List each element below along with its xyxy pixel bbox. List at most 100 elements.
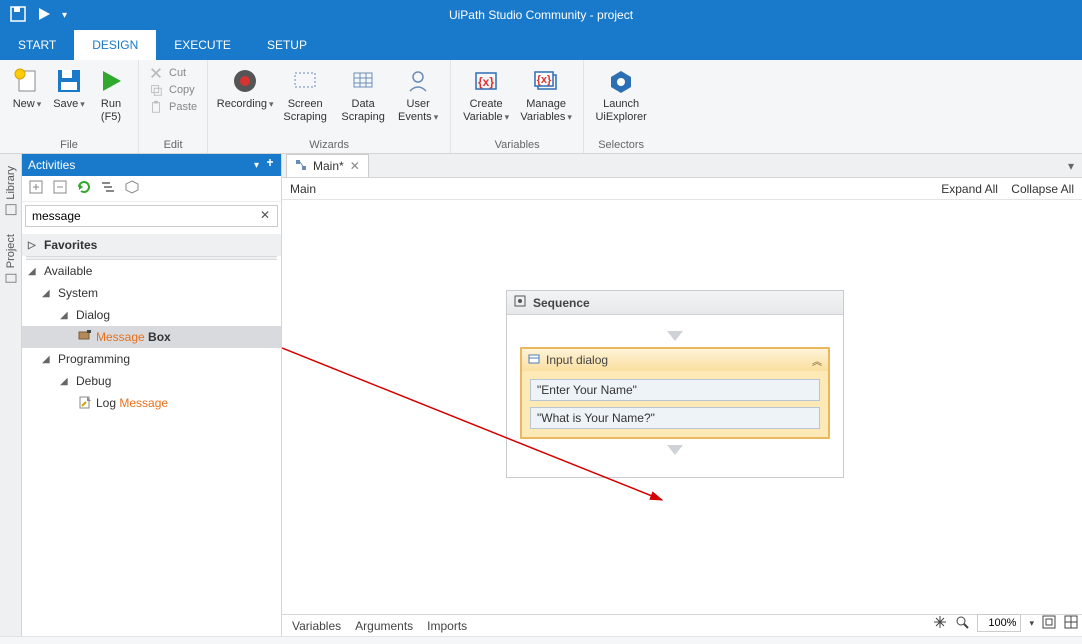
breadcrumb-bar: Main Expand All Collapse All	[282, 178, 1082, 200]
qat-dropdown-icon[interactable]: ▾	[62, 10, 67, 21]
data-scraping-button[interactable]: Data Scraping	[336, 62, 390, 124]
menu-bar: START DESIGN EXECUTE SETUP	[0, 30, 1082, 60]
drop-target-icon[interactable]	[667, 445, 683, 455]
panel-menu-icon[interactable]: ▾	[254, 160, 259, 171]
workflow-icon	[295, 159, 307, 174]
tree-system[interactable]: ◢System	[22, 282, 281, 304]
messagebox-icon	[78, 329, 92, 346]
zoom-reset-icon[interactable]	[955, 615, 969, 632]
ribbon-group-selectors: Launch UiExplorer Selectors	[584, 60, 658, 153]
tree-messagebox[interactable]: Message Box	[22, 326, 281, 348]
project-tab[interactable]: Project	[3, 228, 19, 290]
workspace: Library Project Activities ▾ ✕ ▷Favorite…	[0, 154, 1082, 636]
breadcrumb-main[interactable]: Main	[290, 182, 316, 196]
pan-icon[interactable]	[933, 615, 947, 632]
new-icon	[12, 66, 42, 96]
recording-button[interactable]: Recording▾	[216, 62, 274, 111]
input-dialog-label-field[interactable]	[530, 407, 820, 429]
document-tab-main[interactable]: Main* ✕	[286, 154, 369, 177]
user-events-icon	[403, 66, 433, 96]
sequence-activity[interactable]: Sequence Input dialog ︽	[506, 290, 844, 478]
tab-design[interactable]: DESIGN	[74, 30, 156, 60]
drop-target-icon[interactable]	[667, 331, 683, 341]
new-button[interactable]: New▾	[8, 62, 46, 111]
tabs-dropdown-icon[interactable]: ▾	[1060, 159, 1082, 173]
user-events-button[interactable]: User Events▾	[394, 62, 442, 124]
launch-uiexplorer-button[interactable]: Launch UiExplorer	[592, 62, 650, 124]
design-canvas[interactable]: Sequence Input dialog ︽	[282, 200, 1082, 614]
package-icon[interactable]	[124, 179, 140, 198]
input-dialog-title-field[interactable]	[530, 379, 820, 401]
tree-available[interactable]: ◢Available	[22, 260, 281, 282]
ribbon-group-file: New▾ Save▾ Run (F5) File	[0, 60, 139, 153]
activities-panel: Activities ▾ ✕ ▷Favorites ◢Available ◢Sy…	[22, 154, 282, 636]
input-dialog-activity[interactable]: Input dialog ︽	[520, 347, 830, 439]
ribbon-group-edit: Cut Copy Paste Edit	[139, 60, 208, 153]
activities-header: Activities ▾	[22, 154, 281, 176]
collapse-icon[interactable]	[52, 179, 68, 198]
document-tabs: Main* ✕ ▾	[282, 154, 1082, 178]
footer	[0, 636, 1082, 644]
library-tab[interactable]: Library	[3, 160, 19, 222]
sequence-icon	[513, 294, 527, 311]
uiexplorer-icon	[606, 66, 636, 96]
save-disk-icon	[54, 66, 84, 96]
ribbon-group-label: Edit	[164, 139, 183, 153]
expand-icon[interactable]	[28, 179, 44, 198]
close-tab-icon[interactable]: ✕	[350, 159, 360, 173]
manage-variables-button[interactable]: {x} Manage Variables▾	[517, 62, 575, 124]
create-variable-button[interactable]: {x} Create Variable▾	[459, 62, 513, 124]
tab-execute[interactable]: EXECUTE	[156, 30, 249, 60]
fit-screen-icon[interactable]	[1042, 615, 1056, 632]
imports-tab[interactable]: Imports	[427, 619, 467, 633]
sequence-header[interactable]: Sequence	[507, 291, 843, 315]
tree-favorites[interactable]: ▷Favorites	[22, 234, 281, 256]
variables-tab[interactable]: Variables	[292, 619, 341, 633]
collapse-activity-icon[interactable]: ︽	[812, 353, 822, 368]
activities-toolbar	[22, 176, 281, 202]
designer-area: Main* ✕ ▾ Main Expand All Collapse All S…	[282, 154, 1082, 636]
screen-scraping-icon	[290, 66, 320, 96]
overview-icon[interactable]	[1064, 615, 1078, 632]
zoom-dropdown-icon[interactable]: ▾	[1029, 618, 1034, 629]
search-input[interactable]	[25, 205, 278, 227]
tree-icon[interactable]	[100, 179, 116, 198]
collapse-all-link[interactable]: Collapse All	[1011, 182, 1074, 196]
ribbon-group-variables: {x} Create Variable▾ {x} Manage Variable…	[451, 60, 584, 153]
copy-button[interactable]: Copy	[149, 83, 197, 97]
activities-tree: ▷Favorites ◢Available ◢System ◢Dialog Me…	[22, 230, 281, 418]
arguments-tab[interactable]: Arguments	[355, 619, 413, 633]
refresh-icon[interactable]	[76, 179, 92, 198]
ribbon-group-label: File	[60, 139, 78, 153]
svg-text:{x}: {x}	[478, 75, 494, 89]
zoom-input[interactable]	[977, 614, 1021, 632]
tab-setup[interactable]: SETUP	[249, 30, 325, 60]
status-bar: ▾	[933, 612, 1078, 634]
activities-search[interactable]: ✕	[25, 205, 278, 227]
expand-all-link[interactable]: Expand All	[941, 182, 998, 196]
ribbon-group-label: Variables	[495, 139, 540, 153]
ribbon-group-label: Selectors	[598, 139, 644, 153]
screen-scraping-button[interactable]: Screen Scraping	[278, 62, 332, 124]
tree-programming[interactable]: ◢Programming	[22, 348, 281, 370]
title-bar: ▾ UiPath Studio Community - project	[0, 0, 1082, 30]
pin-icon[interactable]	[265, 158, 275, 172]
create-variable-icon: {x}	[471, 66, 501, 96]
tree-dialog[interactable]: ◢Dialog	[22, 304, 281, 326]
tree-debug[interactable]: ◢Debug	[22, 370, 281, 392]
play-icon	[96, 66, 126, 96]
save-icon[interactable]	[10, 6, 26, 25]
tree-logmessage[interactable]: Log Message	[22, 392, 281, 414]
run-icon[interactable]	[36, 6, 52, 25]
clear-search-icon[interactable]: ✕	[260, 208, 274, 222]
record-icon	[230, 66, 260, 96]
ribbon: New▾ Save▾ Run (F5) File Cut Copy Paste …	[0, 60, 1082, 154]
data-scraping-icon	[348, 66, 378, 96]
run-button[interactable]: Run (F5)	[92, 62, 130, 123]
cut-button[interactable]: Cut	[149, 66, 197, 80]
tab-start[interactable]: START	[0, 30, 74, 60]
save-button[interactable]: Save▾	[50, 62, 88, 111]
window-title: UiPath Studio Community - project	[449, 8, 633, 22]
paste-button[interactable]: Paste	[149, 100, 197, 114]
side-tab-strip: Library Project	[0, 154, 22, 636]
